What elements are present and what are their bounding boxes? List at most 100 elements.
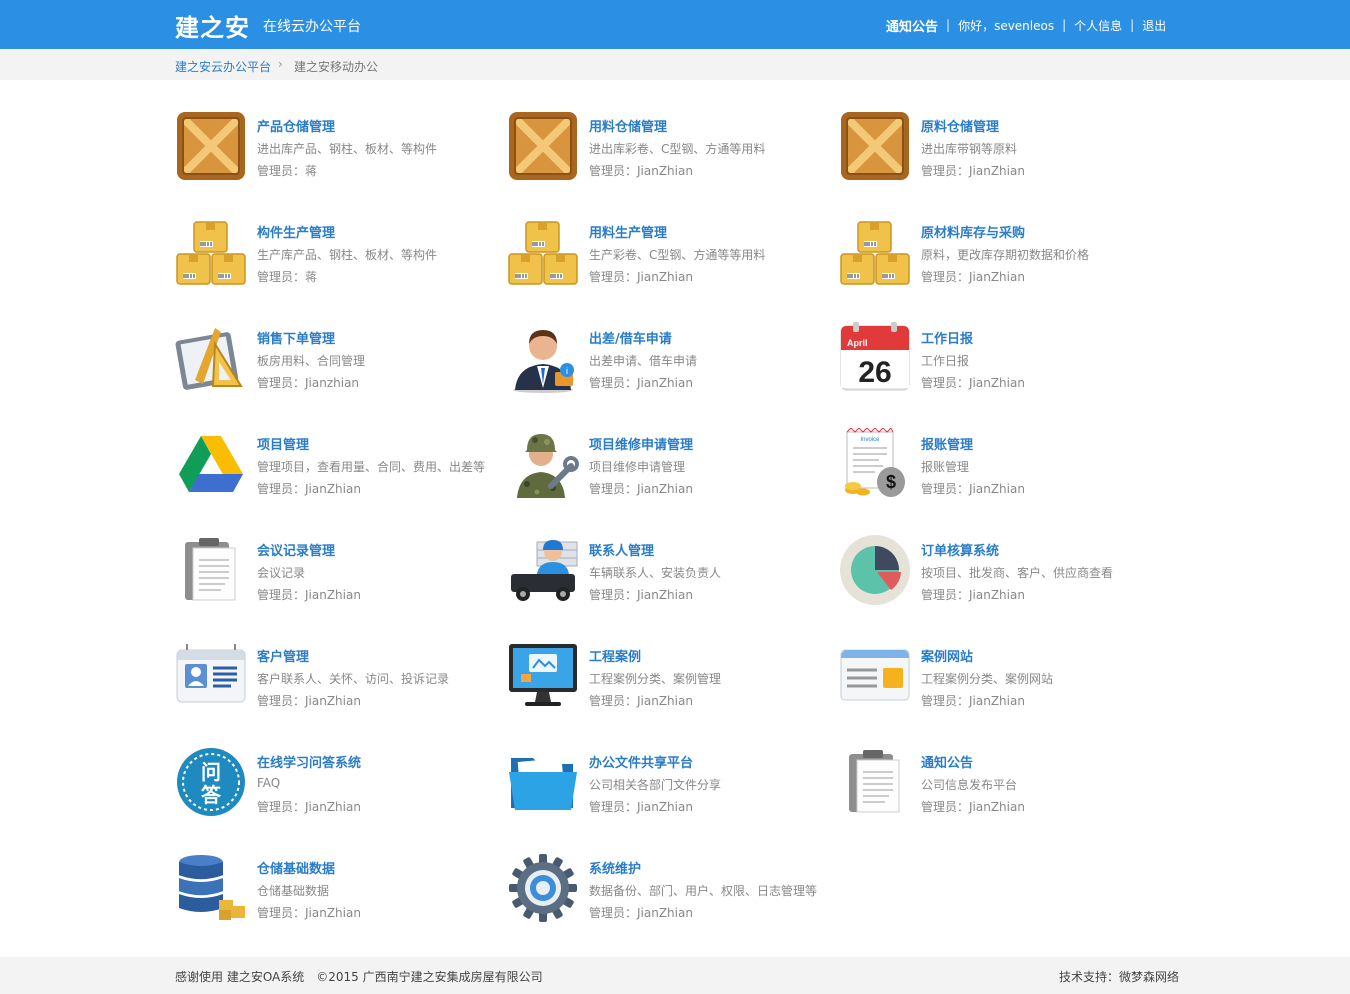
module-title-link[interactable]: 系统维护 bbox=[589, 858, 641, 877]
boxes-icon[interactable] bbox=[839, 216, 911, 288]
module-card[interactable]: 客户管理 客户联系人、关怀、访问、投诉记录 管理员：JianZhian bbox=[175, 640, 495, 720]
module-card[interactable]: 联系人管理 车辆联系人、安装负责人 管理员：JianZhian bbox=[507, 534, 827, 614]
module-title-link[interactable]: 会议记录管理 bbox=[257, 540, 335, 559]
gear-icon[interactable] bbox=[507, 852, 579, 924]
pie-chart-icon[interactable] bbox=[839, 534, 911, 606]
module-manager: 管理员：JianZhian bbox=[257, 694, 361, 708]
module-title-link[interactable]: 用料仓储管理 bbox=[589, 116, 667, 135]
repairman-icon[interactable] bbox=[507, 428, 579, 500]
module-title-link[interactable]: 原材料库存与采购 bbox=[921, 222, 1025, 241]
qa-badge-top-char: 问 bbox=[201, 760, 221, 784]
module-title-link[interactable]: 办公文件共享平台 bbox=[589, 752, 693, 771]
nav-separator: | bbox=[946, 18, 951, 32]
crate-icon[interactable] bbox=[175, 110, 247, 182]
clipboard-icon[interactable] bbox=[839, 746, 911, 818]
footer-tech-support: 技术支持：微梦森网络 bbox=[1059, 970, 1180, 984]
module-title-link[interactable]: 用料生产管理 bbox=[589, 222, 667, 241]
module-description: 进出库彩卷、C型钢、方通等用料 bbox=[589, 142, 766, 156]
clipboard-icon[interactable] bbox=[175, 534, 247, 606]
module-title-link[interactable]: 在线学习问答系统 bbox=[257, 752, 361, 771]
module-card[interactable]: 项目维修申请管理 项目维修申请管理 管理员：JianZhian bbox=[507, 428, 827, 508]
boxes-icon[interactable] bbox=[507, 216, 579, 288]
module-card[interactable]: 会议记录管理会议记录管理员：JianZhian bbox=[175, 534, 495, 614]
module-manager: 管理员：JianZhian bbox=[921, 482, 1025, 496]
module-title-link[interactable]: 销售下单管理 bbox=[257, 328, 335, 347]
module-title-link[interactable]: 工程案例 bbox=[589, 646, 641, 665]
qa-badge-icon[interactable]: 问答 bbox=[175, 746, 247, 818]
module-card[interactable]: Invoice $ 报账管理 报账管理 管理员：JianZhian bbox=[839, 427, 1159, 508]
module-card[interactable]: 系统维护 数据备份、部门、用户、权限、日志管理等 管理员：JianZhian bbox=[507, 852, 827, 932]
module-description: 车辆联系人、安装负责人 bbox=[589, 566, 722, 580]
module-title-link[interactable]: 项目维修申请管理 bbox=[589, 434, 693, 453]
module-manager: 管理员：JianZhian bbox=[257, 588, 361, 602]
module-manager: 管理员：JianZhian bbox=[589, 270, 693, 284]
truck-driver-icon[interactable] bbox=[507, 534, 579, 606]
module-card[interactable]: 原料仓储管理 进出库带钢等原料 管理员：JianZhian bbox=[839, 110, 1159, 190]
folder-icon[interactable] bbox=[507, 746, 579, 818]
invoice-icon[interactable]: Invoice $ bbox=[839, 427, 911, 500]
contact-card-icon[interactable] bbox=[175, 640, 247, 712]
calendar-month: April bbox=[847, 338, 868, 348]
module-card[interactable]: 问答在线学习问答系统 FAQ 管理员：JianZhian bbox=[175, 746, 495, 826]
module-manager: 管理员：JianZhian bbox=[921, 800, 1025, 814]
module-title-link[interactable]: 原料仓储管理 bbox=[921, 116, 999, 135]
crate-icon[interactable] bbox=[507, 110, 579, 182]
brand-logo-text[interactable]: 建之安 bbox=[175, 8, 250, 43]
module-title-link[interactable]: 构件生产管理 bbox=[257, 222, 335, 241]
top-header: 建之安 在线云办公平台 通知公告 | 你好，sevenleos | 个人信息 |… bbox=[0, 0, 1350, 49]
module-card[interactable]: 仓储基础数据 仓储基础数据 管理员：JianZhian bbox=[175, 852, 495, 932]
module-card[interactable]: 产品仓储管理 进出库产品、钢柱、板材、等构件 管理员：蒋 bbox=[175, 110, 495, 190]
module-card[interactable]: 订单核算系统 按项目、批发商、客户、供应商查看 管理员：JianZhian bbox=[839, 534, 1159, 614]
nav-profile-link[interactable]: 个人信息 bbox=[1074, 17, 1122, 34]
module-card[interactable]: 原材料库存与采购 原料，更改库存期初数据和价格 管理员：JianZhian bbox=[839, 216, 1159, 296]
module-title-link[interactable]: 联系人管理 bbox=[589, 540, 654, 559]
module-description: 管理项目，查看用量、合同、费用、出差等 bbox=[257, 460, 486, 474]
drive-icon[interactable] bbox=[175, 428, 247, 500]
module-title-link[interactable]: 订单核算系统 bbox=[921, 540, 999, 559]
nav-notice-link[interactable]: 通知公告 bbox=[886, 16, 938, 35]
module-title-link[interactable]: 客户管理 bbox=[257, 646, 309, 665]
module-description: 会议记录 bbox=[257, 566, 306, 580]
module-description: 仓储基础数据 bbox=[257, 884, 330, 898]
drafting-icon[interactable] bbox=[175, 322, 247, 394]
browser-icon[interactable] bbox=[839, 640, 911, 712]
module-title-link[interactable]: 工作日报 bbox=[921, 328, 973, 347]
crate-icon[interactable] bbox=[839, 110, 911, 182]
module-card[interactable]: 办公文件共享平台 公司相关各部门文件分享 管理员：JianZhian bbox=[507, 746, 827, 826]
nav-user-greeting[interactable]: 你好，sevenleos bbox=[958, 17, 1054, 34]
module-manager: 管理员：JianZhian bbox=[257, 906, 361, 920]
database-icon[interactable] bbox=[175, 852, 247, 924]
nav-logout-link[interactable]: 退出 bbox=[1142, 17, 1166, 34]
module-card[interactable]: 用料生产管理 生产彩卷、C型钢、方通等等用料 管理员：JianZhian bbox=[507, 216, 827, 296]
module-title-link[interactable]: 案例网站 bbox=[921, 646, 973, 665]
top-nav: 通知公告 | 你好，sevenleos | 个人信息 | 退出 bbox=[886, 16, 1166, 35]
module-title-link[interactable]: 仓储基础数据 bbox=[257, 858, 335, 877]
breadcrumb: 建之安云办公平台 › 建之安移动办公 bbox=[0, 49, 1350, 80]
footer: 感谢使用 建之安OA系统 ©2015 广西南宁建之安集成房屋有限公司 技术支持：… bbox=[0, 957, 1350, 994]
module-card[interactable]: April 26 工作日报 工作日报 管理员：JianZhian bbox=[839, 322, 1159, 402]
module-description: 公司信息发布平台 bbox=[921, 778, 1018, 792]
businessman-icon[interactable]: i bbox=[507, 322, 579, 394]
module-manager: 管理员：JianZhian bbox=[921, 694, 1025, 708]
module-description: 生产库产品、钢柱、板材、等构件 bbox=[257, 248, 438, 262]
module-manager: 管理员：JianZhian bbox=[589, 694, 693, 708]
module-card[interactable]: 案例网站 工程案例分类、案例网站 管理员：JianZhian bbox=[839, 640, 1159, 720]
module-card[interactable]: 项目管理 管理项目，查看用量、合同、费用、出差等 管理员：JianZhian bbox=[175, 428, 495, 508]
module-card[interactable]: 构件生产管理 生产库产品、钢柱、板材、等构件 管理员：蒋 bbox=[175, 216, 495, 296]
module-card[interactable]: 工程案例 工程案例分类、案例管理 管理员：JianZhian bbox=[507, 640, 827, 720]
nav-separator: | bbox=[1062, 18, 1067, 32]
module-description: 项目维修申请管理 bbox=[589, 460, 686, 474]
module-card[interactable]: i 出差/借车申请 出差申请、借车申请 管理员：JianZhian bbox=[507, 322, 827, 402]
module-card[interactable]: 用料仓储管理 进出库彩卷、C型钢、方通等用料 管理员：JianZhian bbox=[507, 110, 827, 190]
module-title-link[interactable]: 报账管理 bbox=[921, 434, 973, 453]
module-title-link[interactable]: 项目管理 bbox=[257, 434, 309, 453]
monitor-icon[interactable] bbox=[507, 640, 579, 712]
boxes-icon[interactable] bbox=[175, 216, 247, 288]
module-card[interactable]: 通知公告公司信息发布平台 管理员：JianZhian bbox=[839, 746, 1159, 826]
module-title-link[interactable]: 通知公告 bbox=[921, 752, 973, 771]
breadcrumb-home-link[interactable]: 建之安云办公平台 bbox=[175, 58, 271, 75]
module-card[interactable]: 销售下单管理 板房用料、合同管理 管理员：Jianzhian bbox=[175, 322, 495, 402]
module-title-link[interactable]: 产品仓储管理 bbox=[257, 116, 335, 135]
calendar-icon[interactable]: April 26 bbox=[839, 322, 911, 394]
module-title-link[interactable]: 出差/借车申请 bbox=[589, 328, 672, 347]
